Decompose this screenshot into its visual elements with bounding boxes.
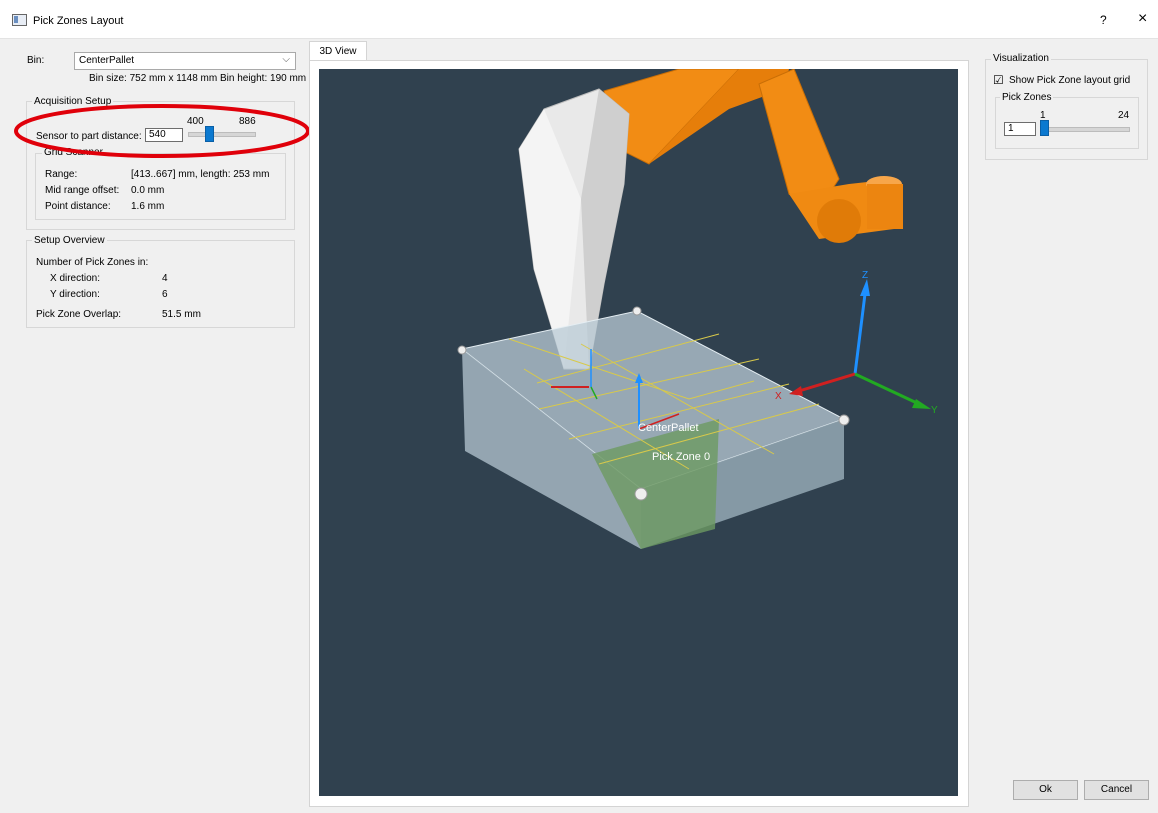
point-distance-label: Point distance: — [45, 201, 111, 212]
annotation-highlight-ellipse — [14, 104, 310, 158]
pick-zones-title: Pick Zones — [1000, 92, 1054, 103]
robot-arm — [603, 69, 903, 243]
x-direction-value: 4 — [162, 273, 168, 284]
bin-selected: CenterPallet — [79, 55, 135, 66]
tab-3d-view[interactable]: 3D View — [309, 41, 367, 62]
ok-button[interactable]: Ok — [1013, 780, 1078, 800]
range-label: Range: — [45, 169, 78, 180]
cancel-button[interactable]: Cancel — [1084, 780, 1149, 800]
visualization-title: Visualization — [991, 53, 1051, 64]
pick-zone-label: Pick Zone 0 — [652, 451, 711, 463]
mid-range-label: Mid range offset: — [45, 185, 120, 196]
bin-size-info: Bin size: 752 mm x 1148 mm Bin height: 1… — [89, 73, 307, 84]
x-direction-label: X direction: — [50, 273, 101, 284]
show-grid-checkbox[interactable]: ☑ — [993, 73, 1004, 87]
pick-zone-slider-handle[interactable] — [1040, 120, 1049, 136]
3d-viewport[interactable]: Z X Y CenterPallet Pick Zone 0 — [319, 69, 958, 796]
y-direction-label: Y direction: — [50, 289, 100, 300]
setup-overview-title: Setup Overview — [32, 235, 107, 246]
axis-x-label: X — [775, 391, 782, 402]
pick-zone-slider[interactable] — [1040, 127, 1130, 132]
axis-y-label: Y — [931, 405, 938, 416]
show-grid-label: Show Pick Zone layout grid — [1009, 75, 1131, 86]
world-axes — [789, 279, 931, 409]
pick-zone-input[interactable]: 1 — [1004, 122, 1036, 136]
bin-name-label: CenterPallet — [638, 422, 699, 434]
help-button[interactable]: ? — [1100, 13, 1107, 27]
bin-combo[interactable]: CenterPallet ⌵ — [74, 52, 296, 70]
range-value: [413..667] mm, length: 253 mm — [131, 169, 270, 180]
point-distance-value: 1.6 mm — [131, 201, 165, 212]
window-title: Pick Zones Layout — [33, 15, 124, 27]
close-button[interactable]: × — [1138, 10, 1147, 28]
mid-range-value: 0.0 mm — [131, 185, 165, 196]
axis-z-label: Z — [862, 270, 869, 281]
overlap-label: Pick Zone Overlap: — [36, 309, 122, 320]
zones-max-label: 24 — [1118, 110, 1130, 121]
bin-label: Bin: — [27, 55, 45, 66]
y-direction-value: 6 — [162, 289, 168, 300]
chevron-down-icon: ⌵ — [282, 54, 290, 65]
overlap-value: 51.5 mm — [162, 309, 201, 320]
title-bar: Pick Zones Layout ? × — [0, 0, 1158, 39]
zones-heading: Number of Pick Zones in: — [36, 257, 149, 268]
app-icon — [12, 14, 27, 26]
